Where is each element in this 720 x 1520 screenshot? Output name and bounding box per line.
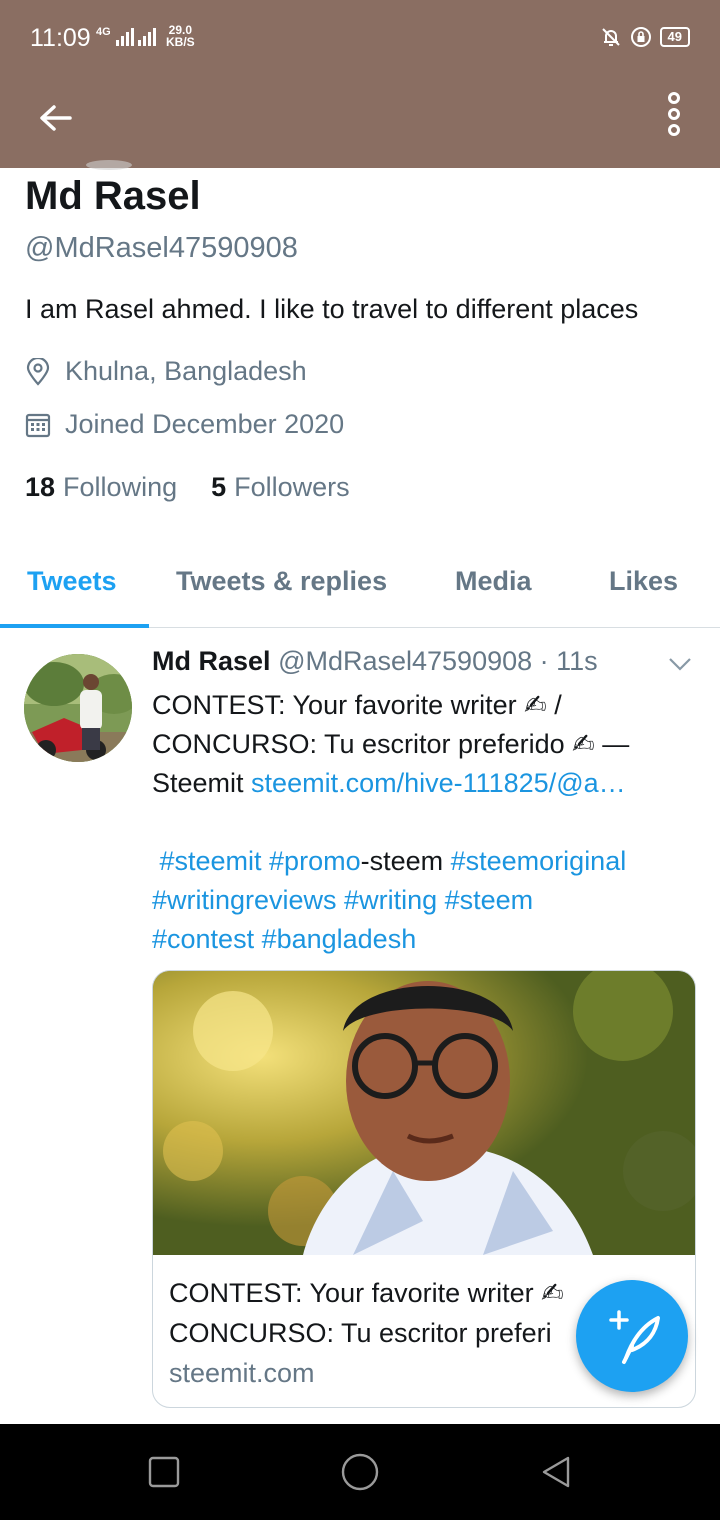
back-triangle-icon[interactable] [538,1454,574,1490]
hashtag-text-steem: -steem [360,846,451,876]
speed-unit: KB/S [166,35,195,49]
status-icons: 49 [600,26,690,48]
location-pin-icon [26,357,50,386]
back-arrow-icon[interactable] [34,96,78,140]
tweet-line-3-text: Steemit [152,768,252,798]
profile-joined: Joined December 2020 [25,409,344,440]
following-link[interactable]: 18 Following [25,472,177,503]
tab-likes[interactable]: Likes [609,566,678,597]
tab-tweets-replies[interactable]: Tweets & replies [176,566,387,597]
signal-icon [116,28,134,46]
link-preview-text: CONTEST: Your favorite writer ✍ CONCURSO… [169,1273,564,1393]
rotation-lock-icon [630,27,651,47]
tweet-header: Md Rasel @MdRasel47590908 · 11s [152,646,598,677]
chevron-down-icon[interactable] [668,656,692,672]
following-label: Following [63,472,178,502]
tab-tweets[interactable]: Tweets [27,566,117,597]
hashtag-steemoriginal[interactable]: #steemoriginal [451,846,627,876]
joined-text: Joined December 2020 [65,409,345,439]
active-tab-indicator [0,624,149,628]
hashtags-line-1: #steemit #promo-steem #steemoriginal [152,842,702,881]
system-navigation-bar [0,1424,720,1520]
tweet-author-handle: @MdRasel47590908 [278,646,533,676]
tweet-line-2: CONCURSO: Tu escritor preferido ✍ — [152,729,630,759]
followers-label: Followers [234,472,350,502]
network-speed: 29.0 KB/S [166,24,195,48]
mute-bell-icon [601,28,620,46]
battery-indicator: 49 [659,27,690,47]
profile-name: Md Rasel [25,174,201,218]
profile-avatar-edge [86,160,132,170]
location-text: Khulna, Bangladesh [65,356,307,386]
tweet-time: · 11s [539,646,598,676]
card-title-line-1: CONTEST: Your favorite writer ✍ [169,1278,564,1308]
card-domain: steemit.com [169,1358,315,1388]
tweet-line-1: CONTEST: Your favorite writer ✍ / [152,690,562,720]
hashtag-steemit-promo[interactable]: #steemit #promo [152,846,361,876]
follow-stats: 18 Following 5 Followers [25,472,384,503]
status-bar: 11:09 4G 29.0 KB/S 49 [0,0,720,70]
following-count: 18 [25,472,56,502]
profile-tabs: Tweets Tweets & replies Media Likes [0,548,720,628]
hashtags-line-2[interactable]: #writingreviews #writing #steem [152,881,702,920]
tweet-line-3: Steemit steemit.com/hive-111825/@a… [152,764,702,803]
app-bar [0,70,720,168]
hashtags-line-3[interactable]: #contest #bangladesh [152,920,702,959]
network-type: 4G [96,26,111,38]
card-title-line-2: CONCURSO: Tu escritor preferi [169,1318,552,1348]
calendar-icon [25,413,51,437]
link-preview-image [153,971,695,1255]
status-time: 11:09 [30,24,91,52]
profile-bio: I am Rasel ahmed. I like to travel to di… [25,294,639,324]
tweet-author-avatar[interactable] [24,654,132,762]
followers-count: 5 [211,472,227,502]
compose-tweet-button[interactable] [576,1280,688,1392]
more-vertical-icon[interactable] [662,90,686,138]
tweet-link[interactable]: steemit.com/hive-111825/@a… [251,768,626,798]
tweet-author-name[interactable]: Md Rasel [152,646,271,676]
signal-icon-2 [138,28,156,46]
followers-link[interactable]: 5 Followers [211,472,350,503]
tweet-text: CONTEST: Your favorite writer ✍ / CONCUR… [152,686,702,959]
profile-handle: @MdRasel47590908 [25,232,298,264]
recent-apps-icon[interactable] [148,1456,180,1488]
profile-location: Khulna, Bangladesh [25,356,307,387]
compose-tweet-icon [609,1310,660,1364]
tab-media[interactable]: Media [455,566,532,597]
home-icon[interactable] [340,1452,380,1492]
